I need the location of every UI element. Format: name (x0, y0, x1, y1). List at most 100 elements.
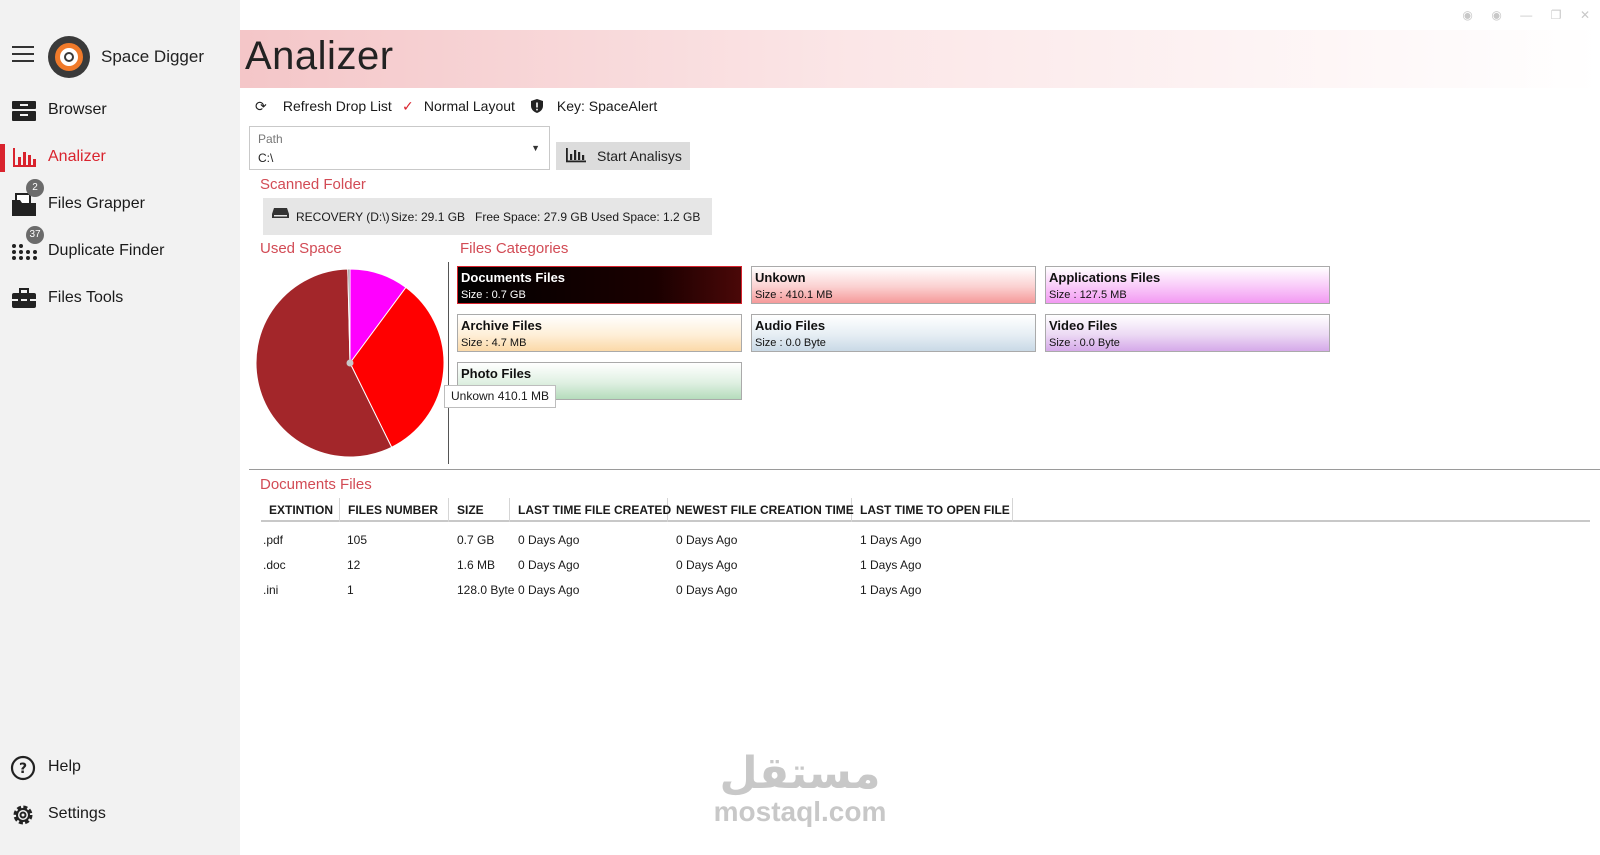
column-header-newest-creation[interactable]: NEWEST FILE CREATION TIME (668, 498, 854, 522)
shield-icon (531, 99, 543, 113)
sidebar-item-label: Files Grapper (48, 195, 145, 212)
sidebar-item-settings[interactable]: Settings (0, 797, 240, 833)
category-card-audio[interactable]: Audio Files Size : 0.0 Byte (751, 314, 1036, 352)
check-icon: ✓ (402, 98, 414, 114)
files-categories-title: Files Categories (460, 240, 569, 257)
chevron-down-icon: ▼ (531, 143, 540, 153)
sidebar-item-browser[interactable]: Browser (0, 93, 240, 129)
refresh-label: Refresh Drop List (282, 98, 392, 114)
sidebar-item-label: Help (48, 758, 81, 775)
category-size: Size : 0.7 GB (461, 289, 526, 301)
cell-newest-creation: 0 Days Ago (676, 558, 738, 572)
cell-size: 128.0 Byte (457, 583, 515, 597)
table-header: EXTINTION FILES NUMBER SIZE LAST TIME FI… (261, 498, 1590, 522)
cell-size: 1.6 MB (457, 558, 496, 572)
category-size: Size : 410.1 MB (755, 289, 833, 301)
cell-newest-creation: 0 Days Ago (676, 533, 738, 547)
cell-last-created: 0 Days Ago (518, 583, 580, 597)
pie-tooltip: Unkown 410.1 MB (444, 385, 557, 408)
minimize-button[interactable]: — (1520, 8, 1532, 22)
cell-newest-creation: 0 Days Ago (676, 583, 738, 597)
sidebar-item-label: Files Tools (48, 289, 124, 306)
documents-table-title: Documents Files (260, 476, 372, 493)
path-dropdown[interactable]: Path C:\ ▼ (249, 126, 550, 170)
drive-free-space: Free Space: 27.9 GB (475, 210, 588, 224)
cell-files-number: 105 (347, 533, 368, 547)
category-card-archive[interactable]: Archive Files Size : 4.7 MB (457, 314, 742, 352)
key-label: Key: SpaceAlert (556, 98, 658, 114)
used-space-pie-chart (253, 266, 447, 460)
drive-size: Size: 29.1 GB (391, 210, 466, 224)
app-logo (48, 36, 90, 78)
normal-layout-toggle[interactable]: ✓ Normal Layout (402, 98, 515, 115)
cell-extintion: .ini (263, 583, 279, 597)
divider (249, 469, 1600, 470)
category-size: Size : 0.0 Byte (1049, 337, 1120, 349)
category-name: Video Files (1049, 318, 1118, 333)
drawer-icon (12, 101, 36, 121)
scanned-folder-title: Scanned Folder (260, 176, 366, 193)
category-card-video[interactable]: Video Files Size : 0.0 Byte (1045, 314, 1330, 352)
table-row[interactable]: .ini 1 128.0 Byte 0 Days Ago 0 Days Ago … (261, 578, 1590, 602)
category-card-applications[interactable]: Applications Files Size : 127.5 MB (1045, 266, 1330, 304)
table-row[interactable]: .pdf 105 0.7 GB 0 Days Ago 0 Days Ago 1 … (261, 528, 1590, 552)
help-icon: ? (10, 755, 36, 781)
refresh-drop-list-button[interactable]: ⟳ Refresh Drop List (255, 98, 392, 115)
start-analysis-label: Start Analisys (597, 148, 682, 164)
drive-name: RECOVERY (D:\) (296, 210, 390, 224)
category-name: Applications Files (1049, 270, 1161, 285)
category-card-unkown[interactable]: Unkown Size : 410.1 MB (751, 266, 1036, 304)
column-header-last-open[interactable]: LAST TIME TO OPEN FILE (852, 498, 1013, 522)
used-space-title: Used Space (260, 240, 342, 257)
sidebar-item-duplicate-finder[interactable]: 37 Duplicate Finder (0, 226, 240, 270)
svg-text:?: ? (19, 761, 27, 777)
sidebar-item-files-grapper[interactable]: 2 Files Grapper (0, 179, 240, 223)
sidebar-item-analizer[interactable]: Analizer (0, 140, 240, 176)
maximize-button[interactable]: ❐ (1551, 8, 1562, 22)
sidebar-item-label: Browser (48, 101, 107, 118)
cell-size: 0.7 GB (457, 533, 495, 547)
pie-center-dot (346, 359, 354, 367)
badge-count: 2 (26, 179, 44, 197)
drive-info: RECOVERY (D:\) Size: 29.1 GB Free Space:… (263, 198, 712, 235)
sidebar-item-help[interactable]: ? Help (0, 750, 240, 786)
column-header-files-number[interactable]: FILES NUMBER (340, 498, 449, 522)
app-title: Space Digger (101, 47, 205, 66)
key-button[interactable]: Key: SpaceAlert (529, 98, 657, 114)
sidebar-item-label: Duplicate Finder (48, 242, 165, 259)
refresh-icon: ⟳ (255, 98, 267, 114)
settings-icon[interactable]: ◉ (1491, 8, 1501, 22)
category-name: Unkown (755, 270, 806, 285)
category-name: Archive Files (461, 318, 542, 333)
layout-label: Normal Layout (423, 98, 515, 114)
active-indicator (0, 144, 5, 172)
sidebar-item-label: Analizer (48, 148, 106, 165)
sidebar-item-files-tools[interactable]: Files Tools (0, 281, 240, 317)
pie-svg (255, 268, 445, 458)
category-name: Audio Files (755, 318, 826, 333)
start-analysis-button[interactable]: Start Analisys (556, 142, 690, 170)
badge-count: 37 (26, 226, 44, 244)
page-header (240, 30, 1600, 88)
column-header-last-time-created[interactable]: LAST TIME FILE CREATED (510, 498, 671, 522)
watermark-arabic: مستقل (719, 748, 881, 799)
page-title: Analizer (245, 34, 394, 78)
gear-icon (13, 805, 33, 825)
cell-last-open: 1 Days Ago (860, 558, 922, 572)
theme-icon[interactable]: ◉ (1462, 8, 1472, 22)
table-row[interactable]: .doc 12 1.6 MB 0 Days Ago 0 Days Ago 1 D… (261, 553, 1590, 577)
cell-extintion: .pdf (263, 533, 284, 547)
sidebar: Space Digger Browser Analizer 2 Files Gr… (0, 0, 240, 855)
close-button[interactable]: ✕ (1580, 8, 1590, 22)
cell-last-open: 1 Days Ago (860, 533, 922, 547)
path-label: Path (258, 132, 283, 146)
column-header-size[interactable]: SIZE (449, 498, 510, 522)
category-size: Size : 0.0 Byte (755, 337, 826, 349)
path-value: C:\ (258, 151, 274, 165)
cell-last-created: 0 Days Ago (518, 533, 580, 547)
cell-files-number: 12 (347, 558, 361, 572)
menu-icon[interactable] (12, 46, 34, 62)
column-header-extintion[interactable]: EXTINTION (261, 498, 340, 522)
category-card-documents[interactable]: Documents Files Size : 0.7 GB (457, 266, 742, 304)
toolbox-icon (12, 288, 36, 308)
